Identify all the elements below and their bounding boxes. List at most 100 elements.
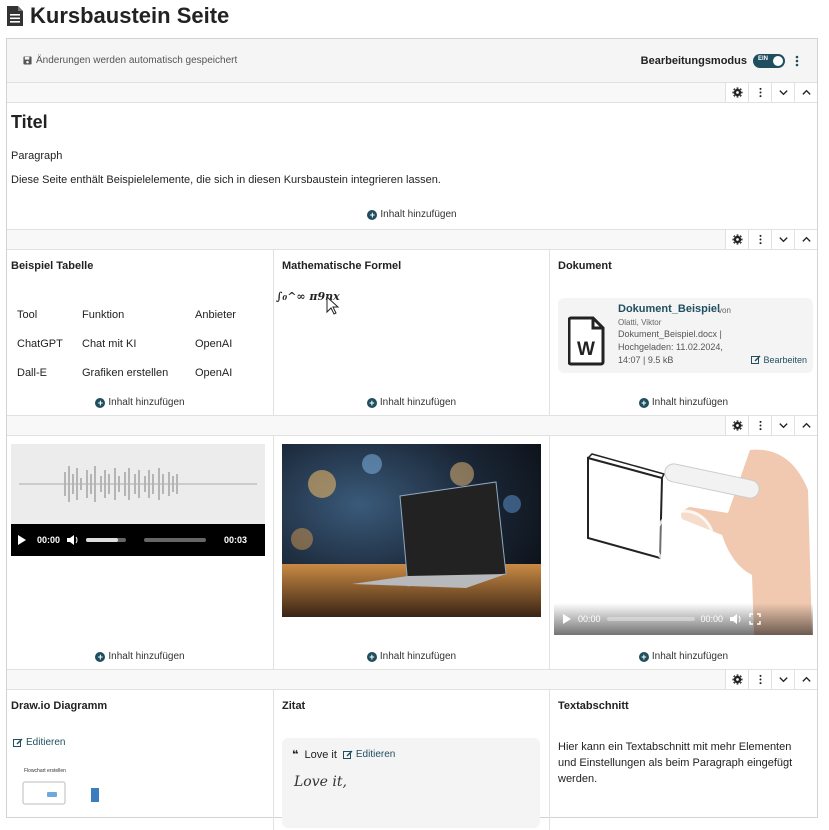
video-progress-bar[interactable]: [606, 617, 695, 621]
play-overlay-icon[interactable]: [652, 508, 716, 572]
block-settings-button[interactable]: [725, 83, 748, 102]
block-toolbar: [7, 670, 817, 690]
paragraph-text: Diese Seite enthält Beispielelemente, di…: [11, 174, 441, 186]
block-toolbar: [7, 416, 817, 436]
add-content-button[interactable]: + Inhalt hinzufügen: [7, 397, 273, 408]
quote-header: ❝ Love it Editieren: [292, 748, 395, 762]
quote-column: Zitat ❝ Love it Editieren Love it,: [274, 690, 550, 830]
plus-circle-icon: +: [95, 651, 106, 662]
move-up-button[interactable]: [794, 670, 817, 689]
editor-menu-button[interactable]: [791, 53, 803, 69]
document-author: Olatti, Viktor: [618, 318, 662, 327]
document-meta: Dokument_Beispiel.docx | Hochgeladen: 11…: [618, 329, 723, 365]
audio-waveform: [11, 444, 265, 524]
laptop-image: [282, 444, 541, 617]
move-down-button[interactable]: [771, 670, 794, 689]
table-row: ChatGPT Chat mit KI OpenAI: [11, 329, 242, 358]
play-icon[interactable]: [17, 534, 27, 546]
edit-mode-toggle[interactable]: EIN: [753, 53, 785, 68]
quote-icon: ❝: [292, 749, 299, 761]
paragraph-label: Paragraph: [11, 150, 63, 162]
block-menu-button[interactable]: [748, 83, 771, 102]
add-content-label: Inhalt hinzufügen: [379, 397, 457, 408]
table-row: Tool Funktion Anbieter: [11, 300, 242, 329]
table-cell: OpenAI: [195, 366, 233, 379]
play-icon[interactable]: [562, 613, 572, 625]
title-block: Titel Paragraph Diese Seite enthält Beis…: [7, 103, 817, 230]
add-content-button[interactable]: + Inhalt hinzufügen: [7, 651, 273, 662]
edit-mode-control: Bearbeitungsmodus EIN: [641, 53, 803, 69]
document-card: W Dokument_Beispiel von Olatti, Viktor D…: [558, 298, 813, 373]
table-cell: OpenAI: [195, 337, 233, 350]
text-section-body: Hier kann ein Textabschnitt mit mehr Ele…: [558, 741, 793, 785]
volume-icon[interactable]: [729, 613, 743, 625]
svg-text:W: W: [577, 339, 595, 360]
document-icon: [7, 6, 23, 26]
page-editor: Änderungen werden automatisch gespeicher…: [6, 38, 818, 830]
add-content-button[interactable]: + Inhalt hinzufügen: [274, 397, 549, 408]
move-down-button[interactable]: [771, 83, 794, 102]
word-file-icon: W: [568, 316, 605, 366]
add-content-label: Inhalt hinzufügen: [651, 397, 729, 408]
move-down-button[interactable]: [771, 230, 794, 249]
gear-icon: [731, 674, 743, 685]
kebab-icon: [758, 87, 762, 98]
move-up-button[interactable]: [794, 83, 817, 102]
table-row: Dall-E Grafiken erstellen OpenAI: [11, 358, 242, 387]
audio-player: 00:00 00:03: [11, 524, 265, 556]
table-column: Beispiel Tabelle Tool Funktion Anbieter …: [7, 250, 274, 415]
editor-bar: Änderungen werden automatisch gespeicher…: [7, 39, 817, 83]
block-menu-button[interactable]: [748, 416, 771, 435]
quote-title: Zitat: [282, 700, 306, 712]
drawio-edit-label: Editieren: [26, 737, 66, 748]
audio-volume-slider[interactable]: [86, 538, 127, 542]
move-up-button[interactable]: [794, 230, 817, 249]
video-controls: 00:00 00:00: [554, 603, 813, 635]
table-cell: Grafiken erstellen: [82, 366, 169, 379]
kebab-icon: [758, 674, 762, 685]
drawio-column: Draw.io Diagramm Editieren Flowchart ers…: [7, 690, 274, 830]
table-title: Beispiel Tabelle: [11, 260, 94, 272]
autosave-status: Änderungen werden automatisch gespeicher…: [23, 55, 237, 66]
content-block: Draw.io Diagramm Editieren Flowchart ers…: [7, 690, 817, 830]
quote-text: Love it,: [294, 774, 347, 790]
plus-circle-icon: +: [367, 209, 378, 220]
media-block: 00:00 00:03 + Inhalt hinzufügen + Inhalt…: [7, 436, 817, 670]
block-settings-button[interactable]: [725, 670, 748, 689]
quote-edit-button[interactable]: Editieren: [342, 749, 395, 760]
audio-progress-bar[interactable]: [144, 538, 207, 542]
add-content-button[interactable]: + Inhalt hinzufügen: [550, 397, 817, 408]
edit-icon: [342, 750, 353, 759]
document-edit-button[interactable]: Bearbeiten: [751, 355, 807, 365]
kebab-icon: [758, 420, 762, 431]
page-header: Kursbaustein Seite: [6, 2, 229, 30]
block-settings-button[interactable]: [725, 416, 748, 435]
save-icon: [23, 56, 32, 65]
block-settings-button[interactable]: [725, 230, 748, 249]
quote-card: ❝ Love it Editieren Love it,: [282, 738, 540, 828]
document-by-label: von: [718, 306, 731, 315]
chevron-down-icon: [778, 423, 788, 429]
add-content-button[interactable]: + Inhalt hinzufügen: [7, 209, 817, 220]
block-menu-button[interactable]: [748, 230, 771, 249]
document-link[interactable]: Dokument_Beispiel: [618, 303, 720, 315]
drawio-edit-button[interactable]: Editieren: [13, 737, 65, 748]
document-edit-label: Bearbeiten: [763, 355, 807, 365]
gear-icon: [731, 234, 743, 245]
text-section-column: Textabschnitt Hier kann ein Textabschnit…: [550, 690, 817, 830]
add-content-button[interactable]: + Inhalt hinzufügen: [274, 651, 549, 662]
fullscreen-icon[interactable]: [749, 613, 761, 625]
plus-circle-icon: +: [366, 397, 377, 408]
chevron-up-icon: [801, 236, 811, 242]
audio-total-time: 00:03: [224, 535, 248, 545]
move-down-button[interactable]: [771, 416, 794, 435]
move-up-button[interactable]: [794, 416, 817, 435]
toggle-knob: [773, 55, 783, 66]
autosave-text: Änderungen werden automatisch gespeicher…: [36, 55, 238, 66]
edit-icon: [751, 355, 761, 364]
video-column: 00:00 00:00 + Inhalt hinzufügen: [550, 436, 817, 669]
add-content-button[interactable]: + Inhalt hinzufügen: [550, 651, 817, 662]
volume-icon[interactable]: [66, 534, 80, 546]
video-player: 00:00 00:00: [554, 444, 813, 635]
block-menu-button[interactable]: [748, 670, 771, 689]
